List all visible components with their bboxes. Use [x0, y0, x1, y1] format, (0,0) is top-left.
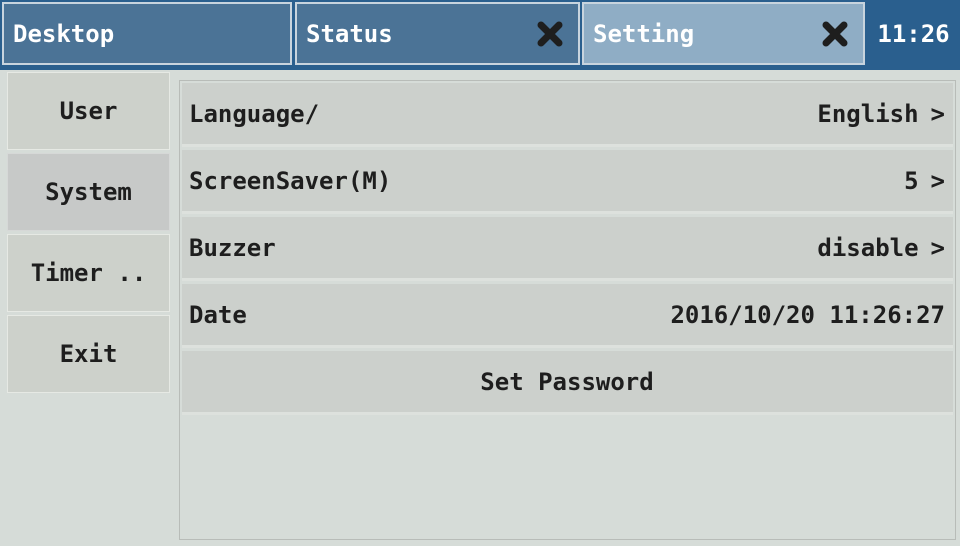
tab-bar: Desktop Status Setting 11:26 — [0, 0, 960, 70]
settings-panel: Language/ English > ScreenSaver(M) 5 > B… — [179, 80, 956, 540]
setting-label: ScreenSaver(M) — [189, 166, 392, 195]
sidebar: User System Timer .. Exit — [7, 72, 170, 394]
tab-setting-label: Setting — [593, 19, 695, 48]
tab-status-label: Status — [306, 19, 393, 48]
setting-row-screensaver[interactable]: ScreenSaver(M) 5 > — [182, 150, 953, 214]
setting-row-language[interactable]: Language/ English > — [182, 83, 953, 147]
setting-label: Language/ — [189, 99, 320, 128]
tab-status[interactable]: Status — [295, 2, 580, 65]
clock: 11:26 — [867, 2, 960, 65]
setting-label: Buzzer — [189, 233, 276, 262]
set-password-button[interactable]: Set Password — [182, 351, 953, 415]
sidebar-item-timer[interactable]: Timer .. — [7, 234, 170, 312]
setting-row-buzzer[interactable]: Buzzer disable > — [182, 217, 953, 281]
tab-desktop-label: Desktop — [13, 19, 115, 48]
close-icon[interactable] — [530, 14, 570, 54]
chevron-right-icon: > — [930, 166, 945, 195]
chevron-right-icon: > — [930, 99, 945, 128]
set-password-label: Set Password — [480, 367, 654, 396]
setting-row-date[interactable]: Date 2016/10/20 11:26:27 — [182, 284, 953, 348]
setting-label: Date — [189, 300, 247, 329]
sidebar-item-system[interactable]: System — [7, 153, 170, 231]
close-icon[interactable] — [815, 14, 855, 54]
tab-desktop[interactable]: Desktop — [2, 2, 292, 65]
tab-setting[interactable]: Setting — [582, 2, 865, 65]
sidebar-item-exit[interactable]: Exit — [7, 315, 170, 393]
setting-value: 2016/10/20 11:26:27 — [670, 300, 945, 329]
chevron-right-icon: > — [930, 233, 945, 262]
setting-value: 5 — [904, 166, 919, 195]
setting-value: English — [817, 99, 919, 128]
setting-value: disable — [817, 233, 919, 262]
sidebar-item-user[interactable]: User — [7, 72, 170, 150]
